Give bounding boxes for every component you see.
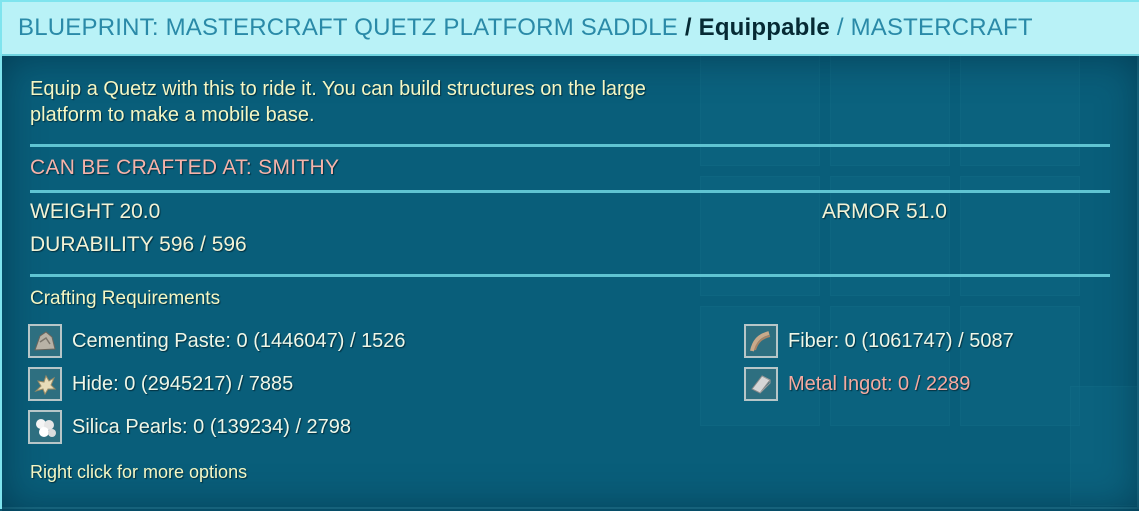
- armor-stat: ARMOR 51.0: [822, 200, 947, 223]
- divider: [30, 144, 1110, 147]
- right-click-hint: Right click for more options: [30, 462, 248, 482]
- requirement-label: Silica Pearls: 0 (139234) / 2798: [72, 415, 352, 438]
- metal-ingot-icon: [744, 367, 778, 401]
- requirement-metal-ingot: Metal Ingot: 0 / 2289: [744, 367, 970, 401]
- title-separator: /: [678, 14, 699, 41]
- item-description: Equip a Quetz with this to ride it. You …: [30, 76, 750, 128]
- requirement-silica-pearls: Silica Pearls: 0 (139234) / 2798: [28, 410, 351, 444]
- description-line: platform to make a mobile base.: [30, 104, 315, 126]
- item-tooltip: BLUEPRINT: MASTERCRAFT QUETZ PLATFORM SA…: [0, 0, 1139, 511]
- weight-stat: WEIGHT 20.0: [30, 200, 161, 223]
- divider: [30, 190, 1110, 193]
- tooltip-body: Equip a Quetz with this to ride it. You …: [2, 56, 1139, 511]
- description-line: Equip a Quetz with this to ride it. You …: [30, 78, 646, 100]
- crafting-requirements-title: Crafting Requirements: [30, 288, 221, 309]
- durability-stat: DURABILITY 596 / 596: [30, 233, 247, 256]
- title-separator: /: [829, 14, 851, 41]
- requirement-hide: Hide: 0 (2945217) / 7885: [28, 367, 293, 401]
- requirement-label: Fiber: 0 (1061747) / 5087: [788, 329, 1014, 352]
- requirement-cementing-paste: Cementing Paste: 0 (1446047) / 1526: [28, 324, 406, 358]
- fiber-icon: [744, 324, 778, 358]
- divider: [30, 274, 1110, 277]
- requirement-label: Cementing Paste: 0 (1446047) / 1526: [72, 329, 406, 352]
- hide-icon: [28, 367, 62, 401]
- requirement-fiber: Fiber: 0 (1061747) / 5087: [744, 324, 1014, 358]
- blueprint-title: BLUEPRINT: MASTERCRAFT QUETZ PLATFORM SA…: [18, 14, 678, 41]
- tooltip-header: BLUEPRINT: MASTERCRAFT QUETZ PLATFORM SA…: [2, 2, 1139, 56]
- item-quality: MASTERCRAFT: [850, 14, 1033, 41]
- crafted-at-label: CAN BE CRAFTED AT: SMITHY: [30, 156, 340, 179]
- silica-pearls-icon: [28, 410, 62, 444]
- item-type: Equippable: [698, 14, 830, 41]
- requirement-label: Metal Ingot: 0 / 2289: [788, 372, 971, 395]
- cementing-paste-icon: [28, 324, 62, 358]
- requirement-label: Hide: 0 (2945217) / 7885: [72, 372, 294, 395]
